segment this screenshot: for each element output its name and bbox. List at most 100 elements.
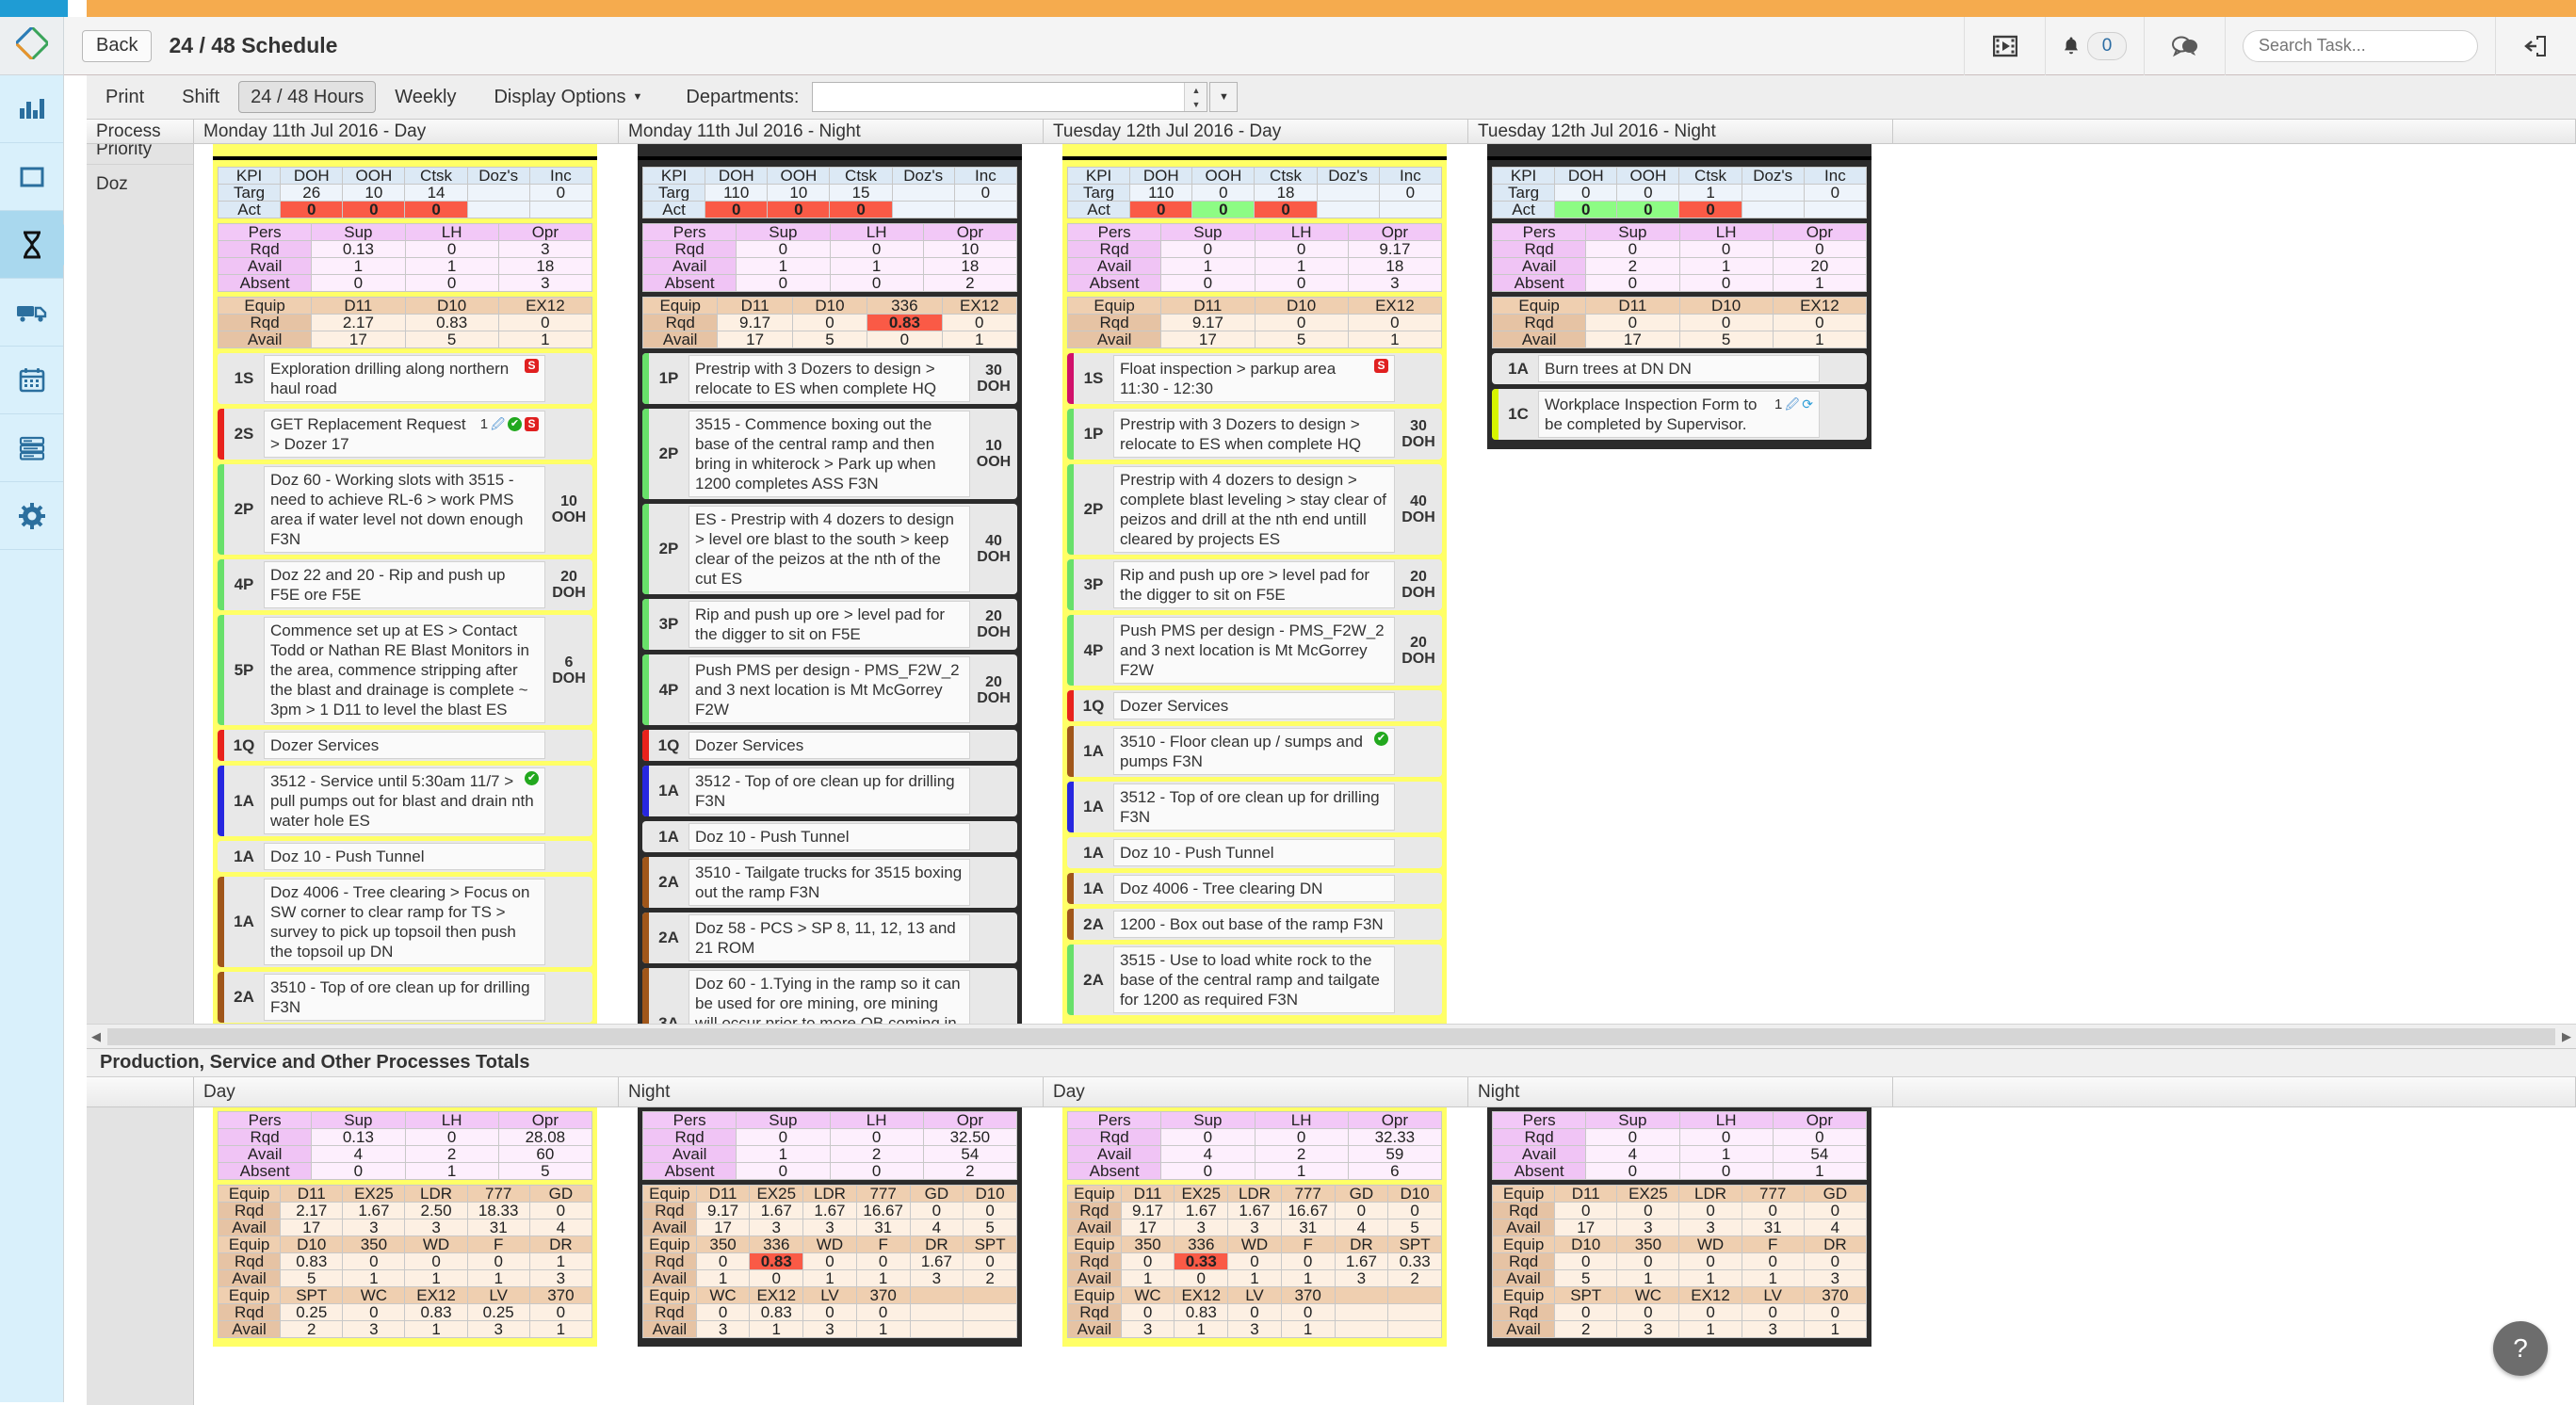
task-description[interactable]: Dozer Services	[689, 732, 970, 759]
task-card[interactable]: 1ADoz 10 - Push Tunnel	[1067, 837, 1442, 868]
media-button[interactable]	[1964, 17, 2045, 75]
task-card[interactable]: 2S1🖉✔SGET Replacement Request > Dozer 17	[218, 409, 592, 460]
safety-icon[interactable]: S	[525, 417, 539, 431]
task-card[interactable]: 1ADoz 10 - Push Tunnel	[218, 841, 592, 872]
scroll-left-icon[interactable]: ◀	[87, 1029, 105, 1044]
task-card[interactable]: 2PES - Prestrip with 4 dozers to design …	[642, 504, 1017, 594]
rail-item-schedule[interactable]	[0, 211, 63, 279]
recurring-icon[interactable]: ⟳	[1802, 395, 1813, 414]
task-description[interactable]: Doz 10 - Push Tunnel	[689, 823, 970, 850]
task-card[interactable]: 3PRip and push up ore > level pad for th…	[1067, 559, 1442, 610]
task-card[interactable]: 2A3510 - Tailgate trucks for 3515 boxing…	[642, 857, 1017, 908]
complete-check-icon[interactable]: ✔	[525, 771, 539, 785]
task-card[interactable]: 1PPrestrip with 3 Dozers to design > rel…	[642, 353, 1017, 404]
complete-check-icon[interactable]: ✔	[508, 417, 522, 431]
task-description[interactable]: Prestrip with 3 Dozers to design > reloc…	[1113, 411, 1395, 458]
task-description[interactable]: 1🖉⟳Workplace Inspection Form to be compl…	[1538, 391, 1820, 438]
process-row-doz[interactable]: Doz	[87, 165, 193, 204]
task-description[interactable]: Doz 60 - 1.Tying in the ramp so it can b…	[689, 970, 970, 1024]
task-card[interactable]: 2A3515 - Use to load white rock to the b…	[1067, 945, 1442, 1015]
scroll-right-icon[interactable]: ▶	[2557, 1029, 2576, 1044]
rail-item-fleet[interactable]	[0, 279, 63, 347]
attachment-icon[interactable]: 🖉	[491, 414, 505, 434]
departments-select[interactable]: ▲▼	[812, 82, 1207, 112]
scroll-track[interactable]	[107, 1028, 2555, 1045]
safety-icon[interactable]: S	[1374, 359, 1388, 373]
notifications-button[interactable]: 0	[2045, 17, 2144, 75]
safety-icon[interactable]: S	[525, 359, 539, 373]
weekly-view-button[interactable]: Weekly	[376, 75, 475, 120]
task-card[interactable]: 4PPush PMS per design - PMS_F2W_2 and 3 …	[642, 654, 1017, 725]
task-description[interactable]: 3515 - Use to load white rock to the bas…	[1113, 946, 1395, 1013]
hours-view-button[interactable]: 24 / 48 Hours	[238, 81, 376, 113]
task-description[interactable]: Doz 10 - Push Tunnel	[264, 843, 545, 870]
task-card[interactable]: 5PCommence set up at ES > Contact Todd o…	[218, 615, 592, 725]
task-card[interactable]: 2P3515 - Commence boxing out the base of…	[642, 409, 1017, 499]
task-description[interactable]: Dozer Services	[264, 732, 545, 759]
task-card[interactable]: 1A✔3512 - Service until 5:30am 11/7 > pu…	[218, 766, 592, 836]
task-description[interactable]: Prestrip with 4 dozers to design > compl…	[1113, 466, 1395, 553]
task-card[interactable]: 1QDozer Services	[218, 730, 592, 761]
task-description[interactable]: Burn trees at DN DN	[1538, 355, 1820, 382]
chat-button[interactable]	[2144, 17, 2225, 75]
rail-item-records[interactable]	[0, 414, 63, 482]
task-card[interactable]: 4PDoz 22 and 20 - Rip and push up F5E or…	[218, 559, 592, 610]
task-description[interactable]: Commence set up at ES > Contact Todd or …	[264, 617, 545, 723]
shift-view-button[interactable]: Shift	[163, 75, 238, 120]
task-description[interactable]: Rip and push up ore > level pad for the …	[1113, 561, 1395, 608]
task-card[interactable]: 1C1🖉⟳Workplace Inspection Form to be com…	[1492, 389, 1867, 440]
task-card[interactable]: 4PPush PMS per design - PMS_F2W_2 and 3 …	[1067, 615, 1442, 686]
back-button[interactable]: Back	[82, 30, 152, 62]
task-description[interactable]: 3510 - Top of ore clean up for drilling …	[264, 974, 545, 1021]
help-button[interactable]: ?	[2493, 1321, 2548, 1376]
task-card[interactable]: 1QDozer Services	[1067, 690, 1442, 721]
task-card[interactable]: 1ADoz 10 - Push Tunnel	[642, 821, 1017, 852]
task-description[interactable]: Doz 10 - Push Tunnel	[1113, 839, 1395, 866]
task-description[interactable]: Push PMS per design - PMS_F2W_2 and 3 ne…	[689, 656, 970, 723]
attachment-icon[interactable]: 🖉	[1785, 395, 1799, 414]
rail-item-settings[interactable]	[0, 482, 63, 550]
task-card[interactable]: 1ADoz 4006 - Tree clearing DN	[1067, 873, 1442, 904]
task-card[interactable]: 3PRip and push up ore > level pad for th…	[642, 599, 1017, 650]
task-card[interactable]: 1A✔3510 - Floor clean up / sumps and pum…	[1067, 726, 1442, 777]
task-description[interactable]: 1🖉✔SGET Replacement Request > Dozer 17	[264, 411, 545, 458]
task-description[interactable]: Doz 4006 - Tree clearing DN	[1113, 875, 1395, 902]
task-card[interactable]: 1SSFloat inspection > parkup area 11:30 …	[1067, 353, 1442, 404]
task-card[interactable]: 2A1200 - Box out base of the ramp F3N	[1067, 909, 1442, 940]
task-description[interactable]: 3515 - Commence boxing out the base of t…	[689, 411, 970, 497]
logout-button[interactable]	[2495, 17, 2576, 75]
task-description[interactable]: Dozer Services	[1113, 692, 1395, 719]
task-card[interactable]: 2A3510 - Top of ore clean up for drillin…	[218, 972, 592, 1023]
rail-item-calendar[interactable]	[0, 347, 63, 414]
task-description[interactable]: Prestrip with 3 Dozers to design > reloc…	[689, 355, 970, 402]
task-description[interactable]: Doz 60 - Working slots with 3515 - need …	[264, 466, 545, 553]
task-card[interactable]: 1A3512 - Top of ore clean up for drillin…	[642, 766, 1017, 816]
task-description[interactable]: 3512 - Top of ore clean up for drilling …	[1113, 783, 1395, 831]
task-card[interactable]: 2PPrestrip with 4 dozers to design > com…	[1067, 464, 1442, 555]
horizontal-scrollbar[interactable]: ◀ ▶	[87, 1024, 2576, 1048]
print-button[interactable]: Print	[87, 75, 163, 120]
task-card[interactable]: 1SSExploration drilling along northern h…	[218, 353, 592, 404]
display-options-button[interactable]: Display Options ▼	[475, 75, 661, 120]
task-card[interactable]: 2ADoz 58 - PCS > SP 8, 11, 12, 13 and 21…	[642, 912, 1017, 963]
task-card[interactable]: 1QDozer Services	[642, 730, 1017, 761]
task-description[interactable]: Rip and push up ore > level pad for the …	[689, 601, 970, 648]
rail-item-board[interactable]	[0, 143, 63, 211]
departments-dropdown-button[interactable]: ▼	[1209, 82, 1238, 112]
task-description[interactable]: 1200 - Box out base of the ramp F3N	[1113, 911, 1395, 938]
complete-check-icon[interactable]: ✔	[1374, 732, 1388, 746]
task-card[interactable]: 3ADoz 60 - 1.Tying in the ramp so it can…	[642, 968, 1017, 1024]
departments-spinner[interactable]: ▲▼	[1184, 83, 1207, 111]
task-description[interactable]: Doz 22 and 20 - Rip and push up F5E ore …	[264, 561, 545, 608]
search-box[interactable]	[2243, 30, 2478, 62]
task-description[interactable]: Doz 4006 - Tree clearing > Focus on SW c…	[264, 879, 545, 965]
search-input[interactable]	[2257, 35, 2479, 57]
task-description[interactable]: SExploration drilling along northern hau…	[264, 355, 545, 402]
task-card[interactable]: 1ADoz 4006 - Tree clearing > Focus on SW…	[218, 877, 592, 967]
task-description[interactable]: ✔3512 - Service until 5:30am 11/7 > pull…	[264, 767, 545, 834]
task-card[interactable]: 1ABurn trees at DN DN	[1492, 353, 1867, 384]
task-card[interactable]: 1PPrestrip with 3 Dozers to design > rel…	[1067, 409, 1442, 460]
task-card[interactable]: 1A3512 - Top of ore clean up for drillin…	[1067, 782, 1442, 832]
task-card[interactable]: 2PDoz 60 - Working slots with 3515 - nee…	[218, 464, 592, 555]
task-description[interactable]: 3512 - Top of ore clean up for drilling …	[689, 767, 970, 815]
